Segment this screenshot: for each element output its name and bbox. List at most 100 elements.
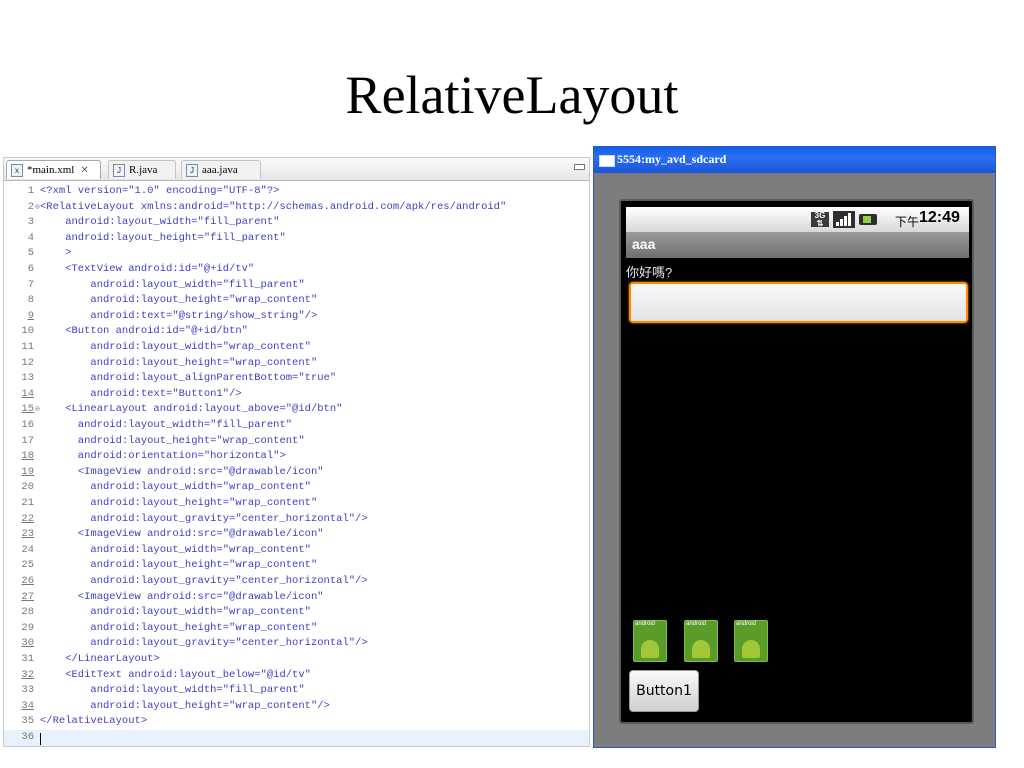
code-text: <ImageView android:src="@drawable/icon" bbox=[40, 590, 324, 603]
code-line[interactable]: 3 android:layout_width="fill_parent" bbox=[4, 215, 589, 231]
tab-label: R.java bbox=[129, 164, 158, 176]
code-line[interactable]: 22 android:layout_gravity="center_horizo… bbox=[4, 512, 589, 528]
code-line[interactable]: 12 android:layout_height="wrap_content" bbox=[4, 356, 589, 372]
line-number: 26 bbox=[21, 575, 34, 587]
line-number: 29 bbox=[21, 621, 34, 634]
line-number: 20 bbox=[21, 481, 34, 494]
line-number: 13 bbox=[21, 372, 34, 385]
line-number: 2 bbox=[27, 200, 34, 213]
code-line[interactable]: 9 android:text="@string/show_string"/> bbox=[4, 309, 589, 325]
code-line[interactable]: 23 <ImageView android:src="@drawable/ico… bbox=[4, 527, 589, 543]
java-file-icon: J bbox=[186, 163, 198, 177]
code-line[interactable]: 32 <EditText android:layout_below="@id/t… bbox=[4, 668, 589, 684]
android-icon: android bbox=[734, 620, 768, 662]
button1[interactable]: Button1 bbox=[629, 670, 699, 712]
code-line[interactable]: 35 </RelativeLayout> bbox=[4, 714, 589, 730]
xml-file-icon: x bbox=[11, 163, 23, 177]
code-line[interactable]: 6 <TextView android:id="@+id/tv" bbox=[4, 262, 589, 278]
code-text: android:layout_height="wrap_content" bbox=[40, 356, 318, 369]
code-line[interactable]: 18 android:orientation="horizontal"> bbox=[4, 449, 589, 465]
line-number: 27 bbox=[21, 590, 34, 603]
code-line[interactable]: 26 android:layout_gravity="center_horizo… bbox=[4, 574, 589, 590]
code-line[interactable]: 7 android:layout_width="fill_parent" bbox=[4, 278, 589, 294]
emulator-window: 5554:my_avd_sdcard 3G ⇅ 下午 12:49 aaa 你好嗎?… bbox=[593, 146, 996, 748]
code-line[interactable]: 1 <?xml version="1.0" encoding="UTF-8"?> bbox=[4, 184, 589, 200]
line-number: 19 bbox=[21, 465, 34, 478]
code-line[interactable]: 33 android:layout_width="fill_parent" bbox=[4, 683, 589, 699]
code-line[interactable]: 17 android:layout_height="wrap_content" bbox=[4, 434, 589, 450]
line-number: 11 bbox=[21, 341, 34, 353]
code-line[interactable]: 29 android:layout_height="wrap_content" bbox=[4, 621, 589, 637]
line-number: 28 bbox=[21, 606, 34, 619]
app-title-bar: aaa bbox=[626, 232, 969, 258]
slide-title: RelativeLayout bbox=[345, 65, 679, 125]
code-text: <RelativeLayout xmlns:android="http://sc… bbox=[40, 200, 507, 213]
line-number: 17 bbox=[21, 434, 34, 447]
text-caret bbox=[40, 733, 41, 745]
code-line[interactable]: 8 android:layout_height="wrap_content" bbox=[4, 293, 589, 309]
code-line[interactable]: 15 ⊖ <LinearLayout android:layout_above="… bbox=[4, 402, 589, 418]
status-ampm: 下午 bbox=[895, 215, 920, 229]
code-text: android:layout_gravity="center_horizonta… bbox=[40, 512, 368, 525]
code-text: <LinearLayout android:layout_above="@id/… bbox=[40, 403, 343, 416]
emulator-titlebar[interactable]: 5554:my_avd_sdcard bbox=[594, 147, 995, 173]
tab-aaa-java[interactable]: Jaaa.java bbox=[181, 160, 261, 179]
battery-icon bbox=[859, 214, 877, 225]
code-line[interactable]: 30 android:layout_gravity="center_horizo… bbox=[4, 636, 589, 652]
code-line[interactable]: 13 android:layout_alignParentBottom="tru… bbox=[4, 371, 589, 387]
code-text: android:layout_gravity="center_horizonta… bbox=[40, 637, 368, 650]
code-text: <Button android:id="@+id/btn" bbox=[40, 325, 248, 338]
code-line[interactable]: 28 android:layout_width="wrap_content" bbox=[4, 605, 589, 621]
icon-label: android bbox=[736, 621, 757, 627]
code-text: android:layout_gravity="center_horizonta… bbox=[40, 575, 368, 587]
android-icon: android bbox=[684, 620, 718, 662]
code-text: android:layout_height="wrap_content" bbox=[40, 559, 318, 572]
code-text: android:layout_height="wrap_content" bbox=[40, 434, 305, 447]
tab-r-java[interactable]: J R.java bbox=[108, 160, 176, 179]
code-line[interactable]: 19 <ImageView android:src="@drawable/ico… bbox=[4, 465, 589, 481]
java-file-icon: J bbox=[113, 163, 125, 177]
line-number: 21 bbox=[21, 497, 34, 509]
code-text: android:text="@string/show_string"/> bbox=[40, 309, 318, 322]
code-line[interactable]: 5 > bbox=[4, 246, 589, 262]
code-line[interactable]: 27 <ImageView android:src="@drawable/ico… bbox=[4, 590, 589, 606]
code-text: android:layout_height="wrap_content" bbox=[40, 497, 318, 509]
line-number: 36 bbox=[21, 731, 34, 743]
icon-label: android bbox=[635, 621, 656, 627]
code-line[interactable]: 36 bbox=[4, 730, 589, 746]
editor-tab-bar: x *main.xml ✕ J R.java Jaaa.java bbox=[4, 158, 589, 181]
icon-label: android bbox=[686, 621, 707, 627]
code-text: android:layout_width="fill_parent" bbox=[40, 278, 305, 291]
code-text: <EditText android:layout_below="@id/tv" bbox=[40, 668, 311, 681]
tab-main-xml[interactable]: x *main.xml ✕ bbox=[6, 160, 101, 179]
code-line[interactable]: 2 ⊖ <RelativeLayout xmlns:android="http://… bbox=[4, 200, 589, 216]
code-editor: x *main.xml ✕ J R.java Jaaa.java 1 <?xml ver… bbox=[3, 157, 590, 747]
minimize-icon[interactable] bbox=[574, 164, 585, 170]
code-line[interactable]: 16 android:layout_width="fill_parent" bbox=[4, 418, 589, 434]
code-area[interactable]: 1 <?xml version="1.0" encoding="UTF-8"?> 2… bbox=[4, 184, 589, 746]
code-line[interactable]: 4 android:layout_height="fill_parent" bbox=[4, 231, 589, 247]
emulator-title: 5554:my_avd_sdcard bbox=[617, 152, 727, 166]
code-line[interactable]: 20 android:layout_width="wrap_content" bbox=[4, 480, 589, 496]
code-line[interactable]: 25 android:layout_height="wrap_content" bbox=[4, 558, 589, 574]
code-line[interactable]: 21 android:layout_height="wrap_content" bbox=[4, 496, 589, 512]
android-icon: android bbox=[633, 620, 667, 662]
code-text: <ImageView android:src="@drawable/icon" bbox=[40, 465, 324, 478]
code-text: <?xml version="1.0" encoding="UTF-8"?> bbox=[40, 185, 280, 197]
code-text: > bbox=[40, 247, 72, 260]
code-line[interactable]: 14 android:text="Button1"/> bbox=[4, 387, 589, 403]
code-line[interactable]: 24 android:layout_width="wrap_content" bbox=[4, 543, 589, 559]
line-number: 1 bbox=[27, 185, 34, 197]
code-line[interactable]: 10 <Button android:id="@+id/btn" bbox=[4, 324, 589, 340]
line-number: 23 bbox=[21, 528, 34, 541]
network-label: 3G bbox=[814, 211, 826, 220]
line-number: 5 bbox=[27, 247, 34, 260]
close-icon[interactable]: ✕ bbox=[80, 161, 88, 180]
line-number: 16 bbox=[21, 419, 34, 431]
code-line[interactable]: 31 </LinearLayout> bbox=[4, 652, 589, 668]
code-line[interactable]: 11 android:layout_width="wrap_content" bbox=[4, 340, 589, 356]
code-line[interactable]: 34 android:layout_height="wrap_content"/… bbox=[4, 699, 589, 715]
edittext-field[interactable] bbox=[629, 282, 968, 323]
line-number: 22 bbox=[21, 512, 34, 525]
code-text: android:layout_height="wrap_content" bbox=[40, 294, 318, 307]
